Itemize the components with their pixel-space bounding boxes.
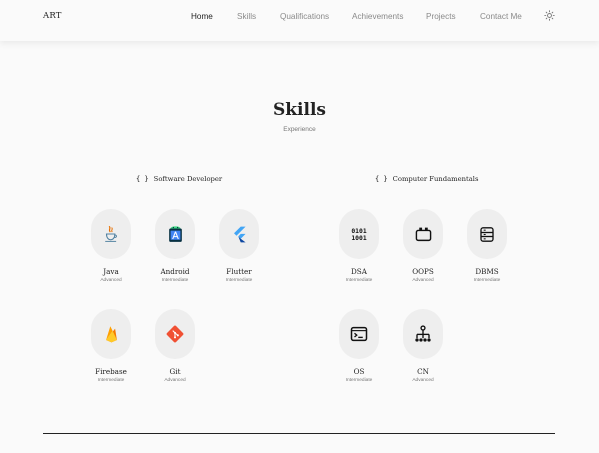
- nav-link-achievements[interactable]: Achievements: [352, 12, 403, 21]
- skill-name: DSA: [351, 267, 367, 276]
- nav-link-projects[interactable]: Projects: [426, 12, 456, 21]
- firebase-icon: [105, 326, 117, 343]
- svg-text:1001: 1001: [351, 234, 366, 242]
- database-server-icon: [480, 226, 494, 242]
- skill-icon-circle: [467, 209, 507, 259]
- group-title-computer-fundamentals: { } Computer Fundamentals: [375, 175, 479, 183]
- skill-icon-circle: [403, 209, 443, 259]
- skill-level: Intermediate: [473, 278, 501, 283]
- group-title-software-developer: { } Software Developer: [136, 175, 223, 183]
- terminal-icon: [350, 326, 368, 342]
- skill-firebase: Firebase Intermediate: [81, 309, 141, 383]
- skill-name: OS: [353, 367, 365, 376]
- section-title: Skills: [272, 100, 326, 120]
- object-box-icon: [415, 227, 431, 242]
- skill-level: Advanced: [412, 378, 434, 383]
- skill-cn: CN Advanced: [393, 309, 453, 383]
- flutter-icon: [233, 226, 246, 242]
- skill-git: Git Advanced: [145, 309, 205, 383]
- nav-link-skills[interactable]: Skills: [237, 12, 256, 21]
- nav-link-contact-me[interactable]: Contact Me: [480, 12, 522, 21]
- skill-level: Intermediate: [345, 378, 373, 383]
- skill-level: Intermediate: [97, 378, 125, 383]
- skill-name: Android: [160, 267, 190, 276]
- network-tree-icon: [415, 325, 431, 342]
- skill-java: Java Advanced: [81, 209, 141, 283]
- skill-name: DBMS: [475, 267, 499, 276]
- code-braces-icon: { }: [375, 175, 388, 183]
- skill-dsa: 0101 1001 DSA Intermediate: [329, 209, 389, 283]
- nav-link-home[interactable]: Home: [191, 12, 213, 21]
- sun-icon[interactable]: [544, 10, 555, 21]
- skill-name: Java: [103, 267, 119, 276]
- code-braces-icon: { }: [136, 175, 149, 183]
- skill-dbms: DBMS Intermediate: [457, 209, 517, 283]
- binary-icon: 0101 1001: [351, 227, 366, 242]
- skill-oops: OOPS Advanced: [393, 209, 453, 283]
- skill-icon-circle: [403, 309, 443, 359]
- skill-name: Flutter: [226, 267, 252, 276]
- skill-os: OS Intermediate: [329, 309, 389, 383]
- skill-icon-circle: [155, 209, 195, 259]
- skill-name: Git: [169, 367, 181, 376]
- skill-icon-circle: 0101 1001: [339, 209, 379, 259]
- skill-icon-circle: [91, 309, 131, 359]
- navbar: ART Home Skills Qualifications Achieveme…: [0, 0, 599, 41]
- section-subtitle: Experience: [283, 126, 316, 133]
- skill-icon-circle: [91, 209, 131, 259]
- skill-level: Advanced: [412, 278, 434, 283]
- android-studio-icon: [168, 225, 182, 242]
- skill-name: OOPS: [412, 267, 434, 276]
- nav-link-qualifications[interactable]: Qualifications: [280, 12, 329, 21]
- skill-icon-circle: [339, 309, 379, 359]
- skill-icon-circle: [219, 209, 259, 259]
- skill-level: Intermediate: [345, 278, 373, 283]
- skill-android: Android Intermediate: [145, 209, 205, 283]
- skill-icon-circle: [155, 309, 195, 359]
- skill-level: Advanced: [164, 378, 186, 383]
- skill-name: CN: [417, 367, 429, 376]
- skill-level: Intermediate: [161, 278, 189, 283]
- brand-logo[interactable]: ART: [43, 11, 62, 21]
- git-icon: [166, 325, 184, 343]
- java-icon: [105, 225, 117, 242]
- skill-flutter: Flutter Intermediate: [209, 209, 269, 283]
- skill-name: Firebase: [95, 367, 127, 376]
- skill-level: Advanced: [100, 278, 122, 283]
- skill-level: Intermediate: [225, 278, 253, 283]
- section-divider: [43, 433, 555, 434]
